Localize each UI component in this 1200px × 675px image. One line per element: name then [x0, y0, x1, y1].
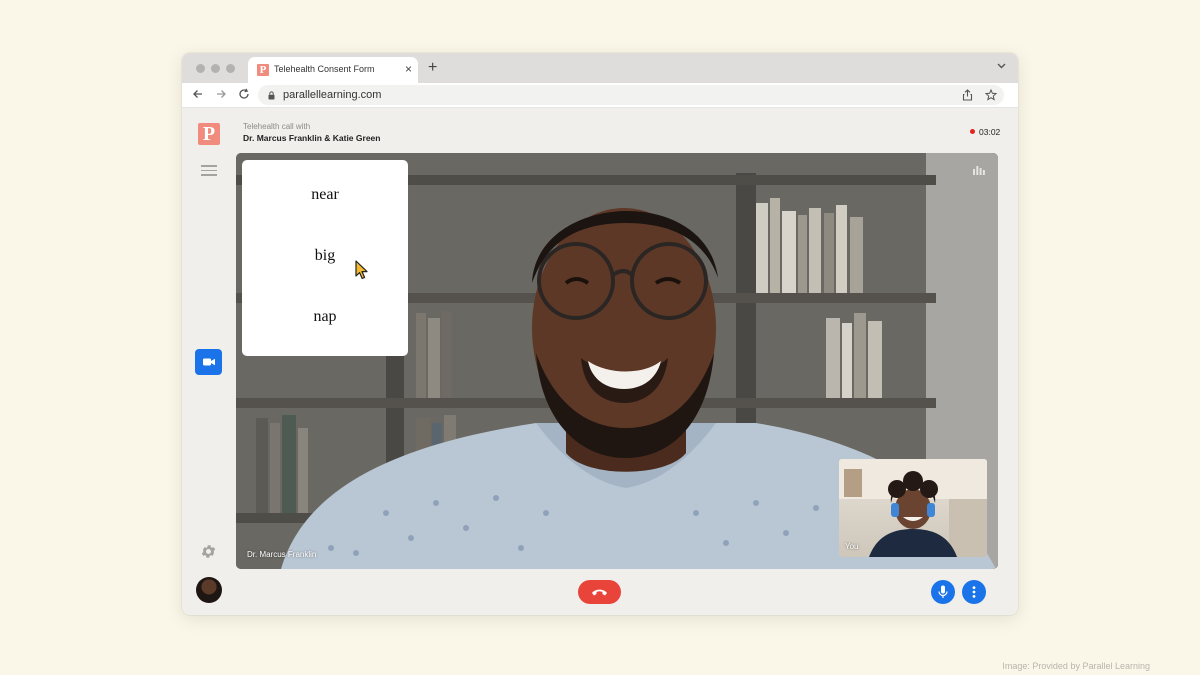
- microphone-button[interactable]: [931, 580, 955, 604]
- end-call-button[interactable]: [578, 580, 621, 604]
- flash-card-word[interactable]: big: [242, 247, 408, 265]
- cursor-icon: [355, 260, 368, 280]
- app-logo[interactable]: P: [198, 123, 220, 145]
- forward-icon[interactable]: [215, 88, 227, 100]
- chevron-down-icon[interactable]: [997, 63, 1006, 69]
- tab-close-icon[interactable]: ×: [405, 62, 412, 76]
- url-text: parallellearning.com: [283, 89, 382, 101]
- browser-window: P Telehealth Consent Form × + parallelle…: [182, 53, 1018, 615]
- menu-icon[interactable]: [201, 165, 217, 179]
- signal-bars-icon[interactable]: [973, 165, 985, 175]
- self-view[interactable]: You: [839, 459, 987, 557]
- back-icon[interactable]: [192, 88, 204, 100]
- browser-tab[interactable]: P Telehealth Consent Form ×: [248, 57, 418, 83]
- avatar[interactable]: [196, 577, 222, 603]
- remote-participant-label: Dr. Marcus Franklin: [247, 550, 317, 559]
- gear-icon[interactable]: [200, 543, 217, 560]
- favicon: P: [257, 64, 269, 76]
- image-credit: Image: Provided by Parallel Learning: [1002, 661, 1150, 671]
- address-bar[interactable]: parallellearning.com: [258, 85, 1004, 105]
- lock-icon: [268, 91, 275, 100]
- browser-toolbar: parallellearning.com: [182, 83, 1018, 108]
- more-options-button[interactable]: [962, 580, 986, 604]
- video-camera-button[interactable]: [195, 349, 222, 375]
- main-video: near big nap Dr. Marcus Franklin You: [236, 153, 998, 569]
- call-timer: 03:02: [979, 127, 1001, 137]
- reload-icon[interactable]: [238, 88, 250, 100]
- star-icon[interactable]: [985, 89, 997, 101]
- window-close-dot[interactable]: [196, 64, 205, 73]
- tab-title: Telehealth Consent Form: [274, 64, 375, 74]
- more-vertical-icon: [972, 586, 976, 598]
- hang-up-icon: [592, 589, 607, 596]
- window-zoom-dot[interactable]: [226, 64, 235, 73]
- video-camera-icon: [203, 358, 215, 366]
- tab-strip: P Telehealth Consent Form × +: [182, 53, 1018, 83]
- flash-card-word[interactable]: near: [242, 186, 408, 204]
- self-video-frame: [839, 459, 987, 557]
- microphone-icon: [938, 585, 948, 598]
- window-minimize-dot[interactable]: [211, 64, 220, 73]
- self-view-label: You: [845, 542, 859, 551]
- call-caption: Telehealth call with: [243, 122, 311, 131]
- recording-indicator: [970, 129, 975, 134]
- flash-card: near big nap: [242, 160, 408, 356]
- flash-card-word[interactable]: nap: [242, 308, 408, 326]
- share-icon[interactable]: [962, 89, 973, 101]
- call-participants: Dr. Marcus Franklin & Katie Green: [243, 133, 381, 143]
- new-tab-button[interactable]: +: [428, 58, 437, 78]
